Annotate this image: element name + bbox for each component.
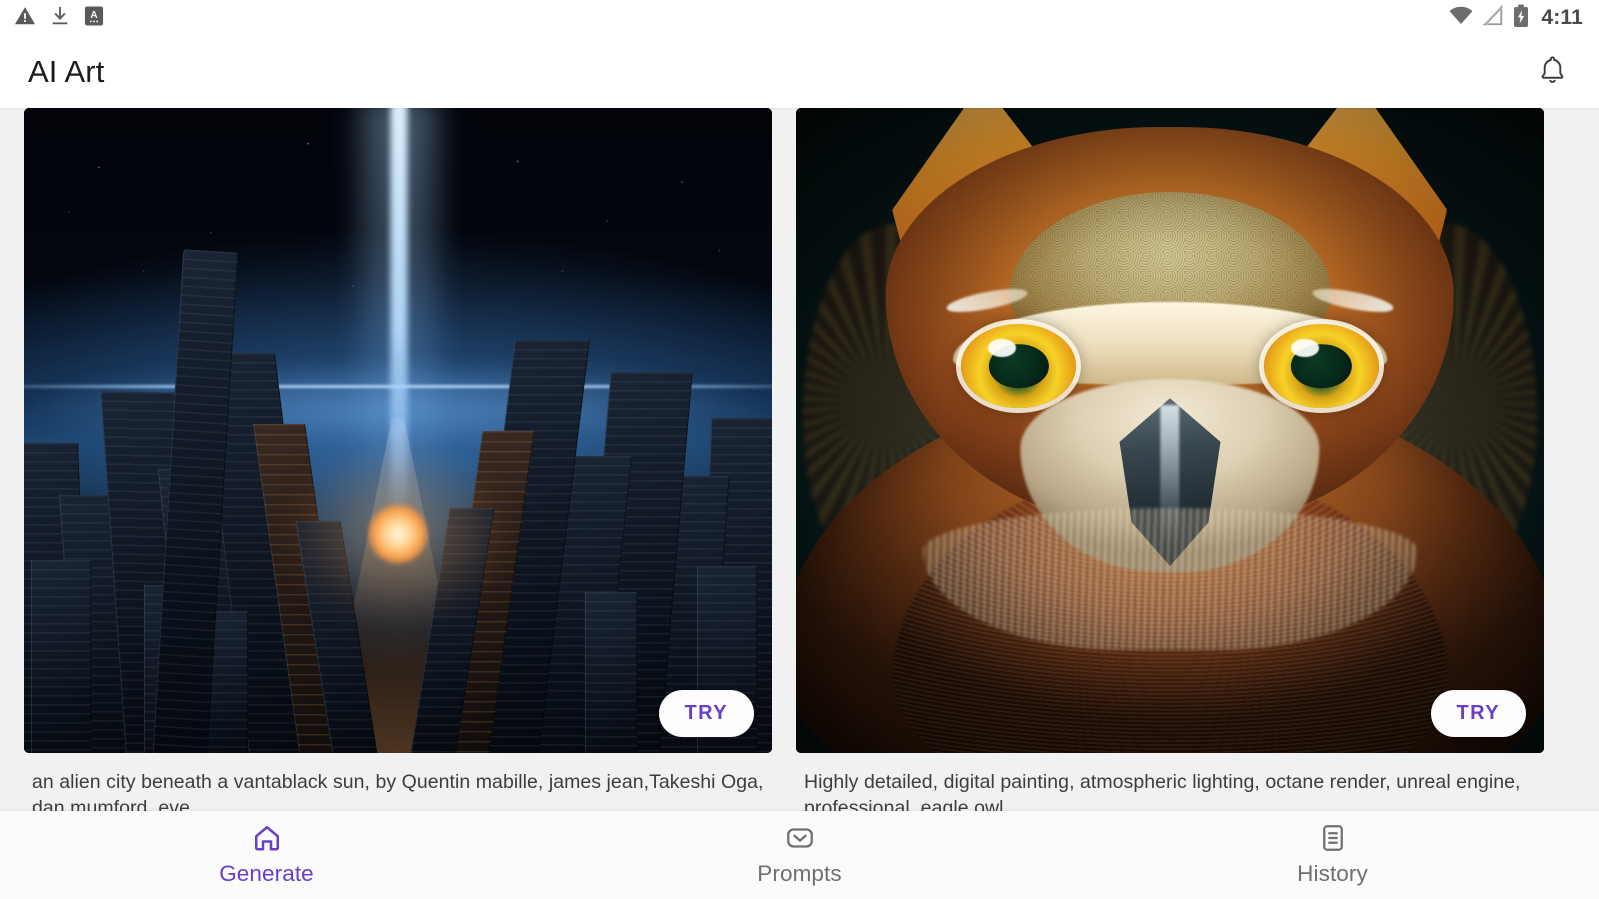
eagle-owl-artwork xyxy=(796,108,1544,753)
alien-city-artwork xyxy=(24,108,772,753)
nav-label-prompts: Prompts xyxy=(757,861,842,886)
art-grid: TRY an alien city beneath a vantablack s… xyxy=(0,108,1599,811)
wifi-icon xyxy=(1449,6,1473,31)
try-button[interactable]: TRY xyxy=(1430,690,1526,737)
art-feed: TRY an alien city beneath a vantablack s… xyxy=(0,108,1599,811)
home-icon xyxy=(252,823,282,856)
art-caption: Highly detailed, digital painting, atmos… xyxy=(804,771,1521,811)
nav-label-history: History xyxy=(1297,861,1368,886)
status-bar-left-icons: A xyxy=(14,5,104,32)
art-card-image-eagle-owl[interactable]: TRY xyxy=(796,108,1544,753)
owl-eye-right xyxy=(1263,324,1380,408)
status-bar: A 4:11 xyxy=(0,0,1599,36)
app-badge-icon: A xyxy=(84,5,104,32)
status-bar-right-icons: 4:11 xyxy=(1449,4,1583,33)
mail-icon xyxy=(785,823,815,856)
art-item-alien-city: TRY an alien city beneath a vantablack s… xyxy=(24,108,772,811)
page-title: AI Art xyxy=(28,54,105,89)
app-root: A 4:11 AI Art TRY an alien city beneath … xyxy=(0,0,1599,899)
building xyxy=(585,591,638,753)
nav-label-generate: Generate xyxy=(219,861,314,886)
nav-tab-prompts[interactable]: Prompts xyxy=(533,811,1066,899)
central-light-source xyxy=(368,503,428,564)
bottom-navigation: Generate Prompts History xyxy=(0,811,1599,899)
building xyxy=(31,559,92,753)
nav-tab-generate[interactable]: Generate xyxy=(0,811,533,899)
bell-icon xyxy=(1539,56,1566,88)
notifications-button[interactable] xyxy=(1529,49,1575,95)
signal-off-icon xyxy=(1482,4,1504,32)
document-list-icon xyxy=(1318,823,1348,856)
art-caption: an alien city beneath a vantablack sun, … xyxy=(32,771,764,811)
try-button[interactable]: TRY xyxy=(658,690,754,737)
owl-eye-glint-left xyxy=(988,339,1017,357)
warning-triangle-icon xyxy=(14,5,36,32)
svg-text:A: A xyxy=(90,9,97,20)
battery-charging-icon xyxy=(1513,4,1529,33)
owl-eye-glint-right xyxy=(1291,339,1320,357)
owl-eye-left xyxy=(960,324,1077,408)
nav-tab-history[interactable]: History xyxy=(1066,811,1599,899)
app-bar: AI Art xyxy=(0,36,1599,108)
status-bar-clock: 4:11 xyxy=(1541,6,1583,29)
download-icon xyxy=(49,5,71,32)
art-item-eagle-owl: TRY Highly detailed, digital painting, a… xyxy=(796,108,1544,811)
art-card-image-alien-city[interactable]: TRY xyxy=(24,108,772,753)
